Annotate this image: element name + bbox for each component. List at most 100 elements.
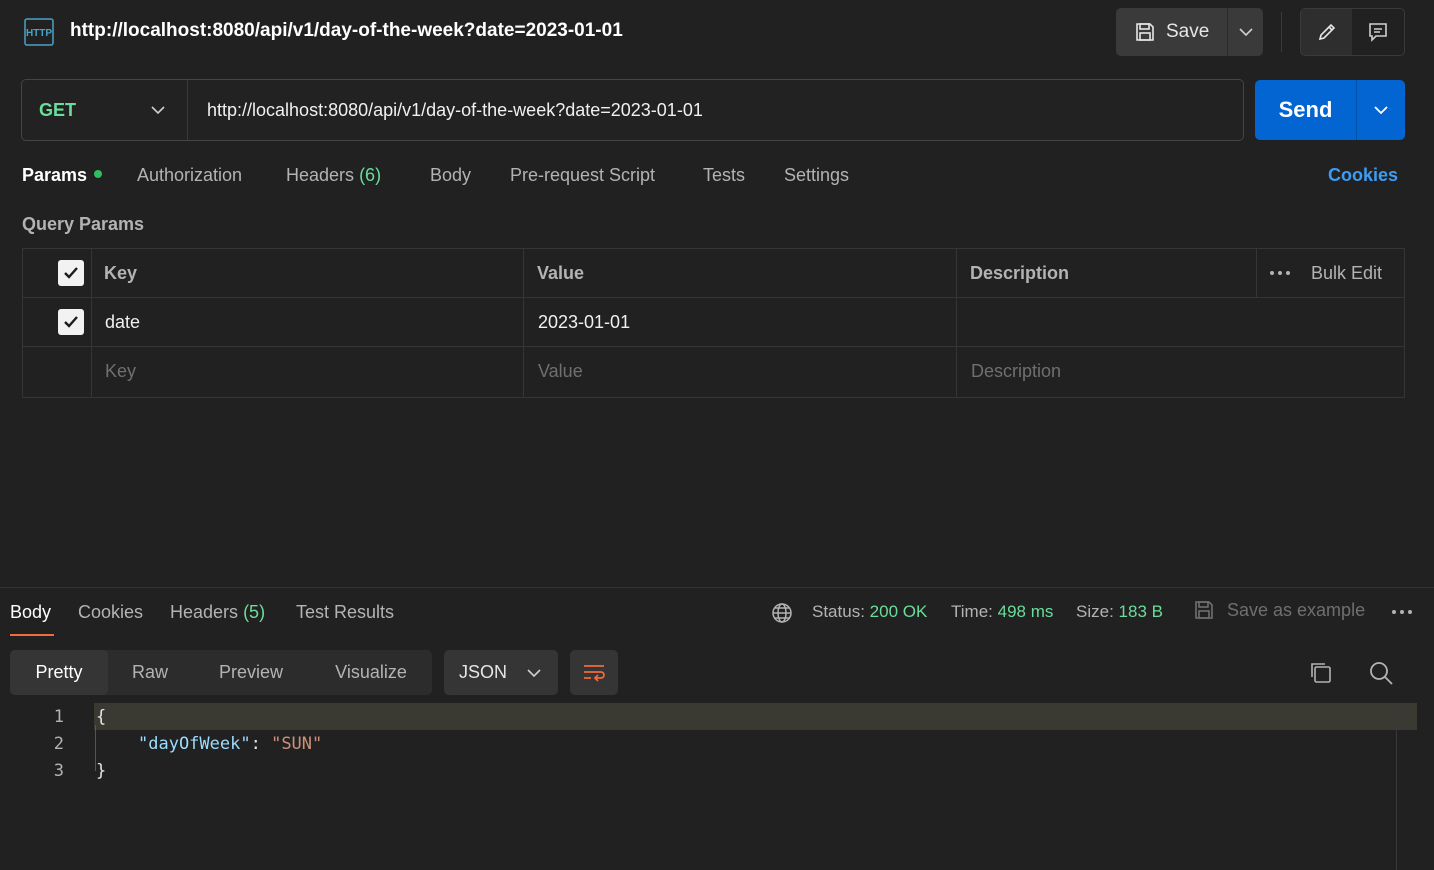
- response-tab-cookies[interactable]: Cookies: [78, 602, 143, 623]
- current-line-highlight: [94, 703, 1417, 730]
- wrap-lines-button[interactable]: [570, 650, 618, 695]
- request-url-bar: GET: [21, 79, 1244, 141]
- chevron-down-icon: [527, 668, 541, 678]
- save-options-button[interactable]: [1228, 8, 1263, 56]
- new-key-input[interactable]: Key: [105, 347, 136, 396]
- time-label: Time:: [951, 602, 993, 621]
- divider: [1256, 249, 1257, 297]
- param-key[interactable]: date: [105, 298, 140, 346]
- view-raw-button[interactable]: Raw: [108, 650, 192, 695]
- tab-tests[interactable]: Tests: [703, 165, 745, 186]
- send-button[interactable]: Send: [1255, 80, 1356, 140]
- save-label: Save: [1166, 21, 1210, 42]
- response-more-button[interactable]: [1391, 609, 1413, 615]
- table-row-new: Key Value Description: [23, 347, 1404, 396]
- tab-prerequest-script[interactable]: Pre-request Script: [510, 165, 655, 186]
- pencil-icon: [1316, 21, 1338, 43]
- bulk-edit-button[interactable]: Bulk Edit: [1311, 249, 1382, 297]
- send-button-group: Send: [1255, 80, 1405, 140]
- query-params-title: Query Params: [22, 214, 145, 234]
- size-value[interactable]: 183 B: [1119, 602, 1163, 621]
- active-tab-underline: [10, 634, 54, 636]
- size-label: Size:: [1076, 602, 1114, 621]
- checkmark-icon: [64, 267, 78, 279]
- cookies-link[interactable]: Cookies: [1328, 165, 1398, 186]
- column-header-description: Description: [970, 262, 1070, 283]
- save-icon: [1134, 21, 1156, 43]
- line-number: 2: [53, 734, 64, 754]
- select-all-checkbox-cell: [58, 249, 84, 297]
- select-all-checkbox[interactable]: [58, 260, 84, 286]
- http-icon: HTTP: [24, 18, 54, 46]
- method-label: GET: [39, 99, 77, 120]
- ellipsis-icon: [1270, 271, 1290, 275]
- tab-authorization[interactable]: Authorization: [137, 165, 242, 186]
- param-checkbox[interactable]: [58, 309, 84, 335]
- tab-params[interactable]: Params: [22, 165, 103, 186]
- tab-body[interactable]: Body: [430, 165, 471, 186]
- view-visualize-button[interactable]: Visualize: [310, 650, 432, 695]
- table-header-row: Key Value Description Bulk Edit: [23, 249, 1404, 298]
- save-button-group: Save: [1116, 8, 1263, 56]
- checkmark-icon: [64, 316, 78, 328]
- editor-scrollbar-track[interactable]: [1396, 703, 1397, 870]
- tab-headers[interactable]: Headers (6): [286, 165, 381, 186]
- response-time: Time: 498 ms: [951, 602, 1053, 622]
- chevron-down-icon: [151, 105, 165, 115]
- response-tab-test-results[interactable]: Test Results: [296, 602, 394, 623]
- format-label: JSON: [459, 662, 508, 682]
- param-value[interactable]: 2023-01-01: [538, 298, 630, 346]
- ellipsis-icon: [1392, 610, 1412, 614]
- url-input[interactable]: [188, 80, 1243, 140]
- status-label: Status:: [812, 602, 865, 621]
- comments-button[interactable]: [1352, 9, 1404, 55]
- send-options-button[interactable]: [1357, 80, 1405, 140]
- param-checkbox-cell: [58, 298, 84, 346]
- line-number: 1: [53, 707, 64, 727]
- response-body-editor[interactable]: 1 { 2 "dayOfWeek": "SUN" 3 }: [0, 703, 1434, 870]
- view-mode-group: Pretty Raw Preview Visualize: [10, 650, 432, 695]
- table-row: date 2023-01-01: [23, 298, 1404, 347]
- column-header-value: Value: [537, 262, 585, 283]
- request-title[interactable]: http://localhost:8080/api/v1/day-of-the-…: [70, 20, 623, 42]
- view-preview-button[interactable]: Preview: [192, 650, 310, 695]
- response-tab-headers[interactable]: Headers (5): [170, 602, 265, 623]
- copy-button[interactable]: [1306, 658, 1336, 688]
- response-status: Status: 200 OK: [812, 602, 927, 622]
- chevron-down-icon: [1373, 105, 1389, 115]
- param-description[interactable]: [971, 298, 1391, 346]
- save-button[interactable]: Save: [1116, 8, 1227, 56]
- format-select[interactable]: JSON: [444, 650, 558, 695]
- search-icon: [1366, 658, 1396, 688]
- new-value-input[interactable]: Value: [538, 347, 583, 396]
- code-line: {: [96, 707, 107, 727]
- status-value[interactable]: 200 OK: [870, 602, 928, 621]
- json-value: "SUN": [271, 734, 323, 754]
- response-tab-body[interactable]: Body: [10, 602, 51, 623]
- tab-settings[interactable]: Settings: [784, 165, 849, 186]
- divider: [1281, 12, 1282, 52]
- save-as-example-button[interactable]: Save as example: [1193, 599, 1365, 621]
- svg-text:HTTP: HTTP: [26, 28, 52, 39]
- params-active-dot: [94, 170, 103, 178]
- response-tab-headers-label: Headers: [170, 602, 239, 622]
- tab-headers-label: Headers: [286, 165, 355, 185]
- tab-headers-count: (6): [359, 165, 382, 185]
- more-options-button[interactable]: [1269, 249, 1291, 297]
- code-line: }: [96, 761, 107, 781]
- edit-button[interactable]: [1301, 9, 1352, 55]
- new-description-input[interactable]: Description: [971, 347, 1061, 396]
- comment-icon: [1367, 21, 1389, 43]
- copy-icon: [1306, 658, 1336, 688]
- method-select[interactable]: GET: [22, 80, 188, 140]
- json-key: "dayOfWeek": [138, 734, 251, 754]
- globe-icon[interactable]: [771, 602, 793, 624]
- response-size: Size: 183 B: [1076, 602, 1163, 622]
- search-button[interactable]: [1366, 658, 1396, 688]
- chevron-down-icon: [1238, 27, 1253, 37]
- edit-comment-group: [1300, 8, 1405, 56]
- pane-divider[interactable]: [0, 587, 1434, 588]
- view-pretty-button[interactable]: Pretty: [10, 650, 108, 695]
- time-value[interactable]: 498 ms: [998, 602, 1054, 621]
- column-header-key: Key: [104, 262, 138, 283]
